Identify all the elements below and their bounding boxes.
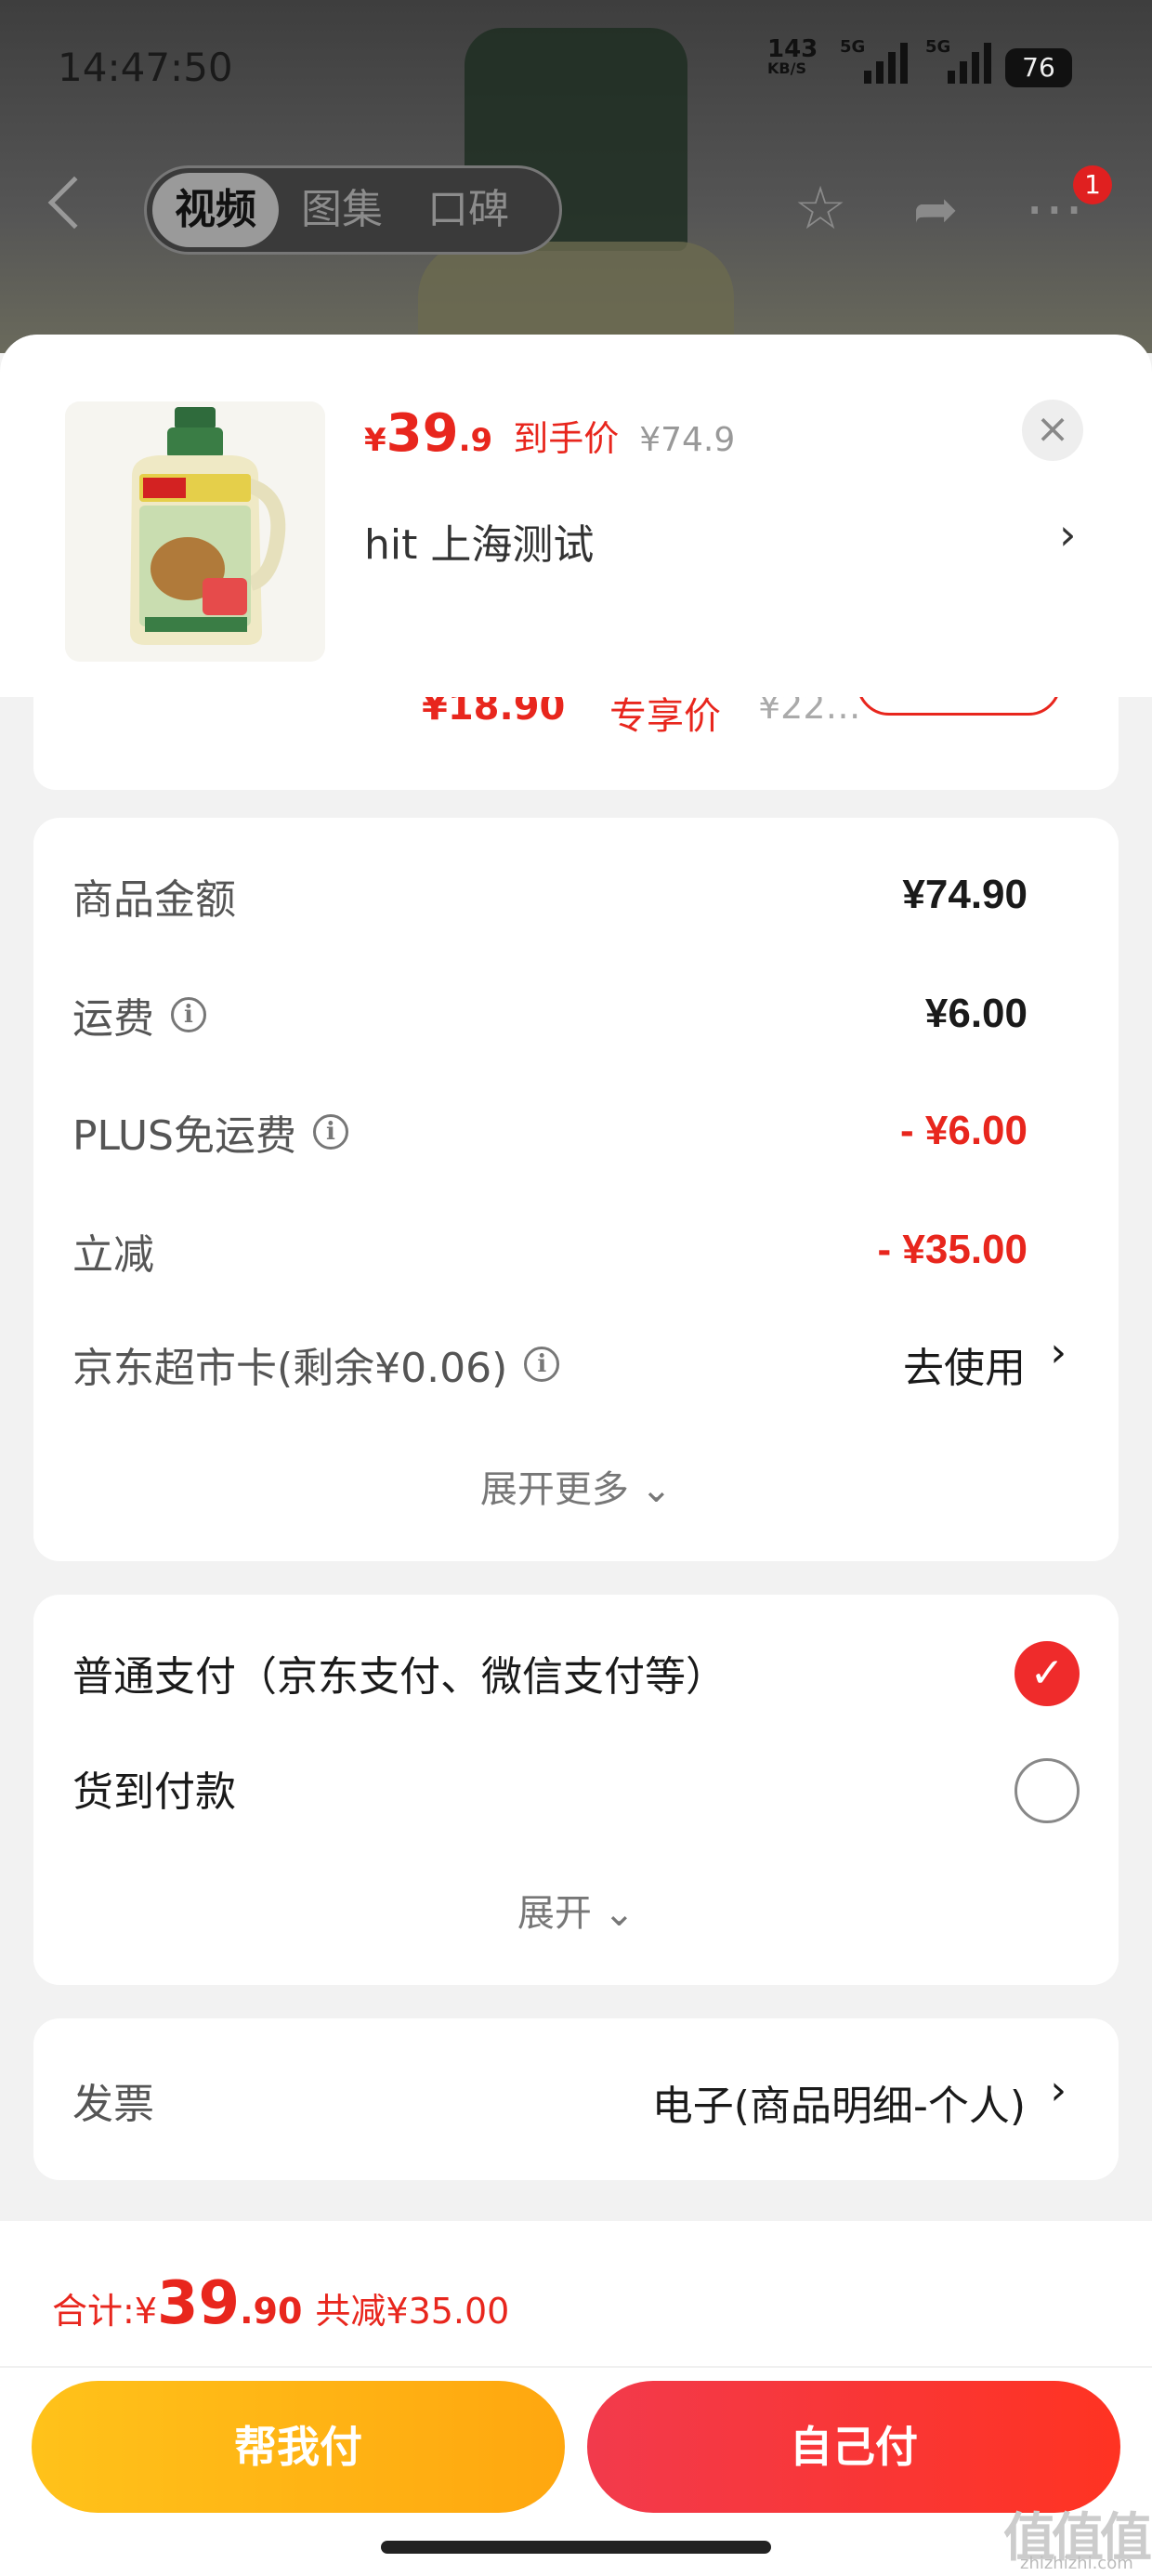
checkout-footer: 合计: ¥ 39 .90 共减¥35.00 帮我付 自己付 值值值 zhizhi…	[0, 2221, 1152, 2576]
signal-icon-2	[948, 43, 991, 84]
summary-value-plus: - ¥6.00	[900, 1108, 1028, 1153]
summary-row-shipping: 运费 i	[72, 985, 206, 1045]
final-price: ¥39.9	[364, 403, 492, 464]
checkmark-icon[interactable]: ✓	[1015, 1641, 1080, 1706]
total-discount: 共减¥35.00	[315, 2291, 510, 2332]
status-bar: 14:47:50 143 KB/S 5G 5G 76	[0, 0, 1152, 130]
summary-label-shipping: 运费	[72, 995, 154, 1043]
final-price-int: 39	[386, 403, 459, 464]
chevron-right-icon[interactable]: ›	[1050, 1329, 1067, 1376]
total-int: 39	[157, 2269, 241, 2338]
tab-video[interactable]: 视频	[152, 173, 279, 247]
signal-icon	[864, 43, 908, 84]
expand-more-button[interactable]: 展开更多 ⌄	[33, 1459, 1119, 1513]
supermarket-card-row[interactable]: 京东超市卡(剩余¥0.06) i	[72, 1334, 560, 1394]
tab-gallery[interactable]: 图集	[279, 173, 405, 247]
original-price: ¥74.9	[639, 421, 736, 459]
summary-label-discount: 立减	[72, 1231, 154, 1279]
supermarket-card-action[interactable]: 去使用	[903, 1334, 1026, 1394]
invoice-label: 发票	[72, 2081, 154, 2128]
radio-unselected[interactable]	[1015, 1758, 1080, 1823]
info-icon[interactable]: i	[313, 1114, 348, 1150]
price-row: ¥39.9 到手价 ¥74.9	[364, 403, 735, 464]
summary-label-plus: PLUS免运费	[72, 1112, 296, 1160]
divider	[0, 2366, 1152, 2368]
network-type-1: 5G	[840, 37, 866, 57]
price-summary-card: 商品金额 ¥74.90 运费 i ¥6.00 PLUS免运费 i - ¥6.00 立…	[33, 818, 1119, 1561]
invoice-card[interactable]: 发票 电子(商品明细-个人) ›	[33, 2018, 1119, 2180]
info-icon[interactable]: i	[524, 1347, 560, 1382]
share-icon[interactable]: ➦	[903, 177, 968, 242]
network-speed: 143 KB/S	[767, 37, 818, 76]
summary-row-plus: PLUS免运费 i	[72, 1102, 348, 1162]
summary-value-shipping: ¥6.00	[924, 991, 1028, 1036]
payment-option-cod[interactable]: 货到付款	[72, 1758, 236, 1818]
help-pay-button[interactable]: 帮我付	[32, 2381, 565, 2513]
top-nav: 视频 图集 口碑 ☆ ➦ ⋯ 1	[0, 149, 1152, 269]
close-icon[interactable]: ×	[1022, 400, 1083, 461]
final-price-currency: ¥	[364, 422, 386, 459]
network-speed-unit: KB/S	[767, 59, 806, 77]
final-price-label: 到手价	[513, 418, 620, 459]
star-icon[interactable]: ☆	[788, 177, 853, 242]
product-header: ¥39.9 到手价 ¥74.9 × hit 上海测试 ›	[0, 335, 1152, 697]
battery-icon: 76	[1005, 48, 1072, 87]
invoice-value: 电子(商品明细-个人)	[651, 2083, 1026, 2130]
chevron-right-icon[interactable]: ›	[1050, 2067, 1067, 2114]
summary-value-discount: - ¥35.00	[877, 1227, 1028, 1272]
total-amount: 合计: ¥ 39 .90 共减¥35.00	[52, 2269, 509, 2338]
final-price-dec: .9	[458, 422, 493, 459]
home-indicator[interactable]	[381, 2541, 771, 2554]
product-thumbnail[interactable]	[65, 401, 325, 662]
media-tabs: 视频 图集 口碑	[144, 165, 562, 255]
watermark-url: zhizhizhi.com	[1020, 2554, 1133, 2573]
total-dec: .90	[240, 2291, 303, 2332]
message-badge: 1	[1073, 165, 1112, 204]
summary-value-goods: ¥74.90	[902, 872, 1028, 917]
payment-expand-button[interactable]: 展开 ⌄	[33, 1883, 1119, 1937]
status-time: 14:47:50	[58, 45, 233, 90]
supermarket-card-label: 京东超市卡(剩余¥0.06)	[72, 1345, 508, 1392]
self-pay-button[interactable]: 自己付	[587, 2381, 1120, 2513]
tab-reviews[interactable]: 口碑	[405, 173, 531, 247]
total-label: 合计:	[52, 2291, 135, 2332]
total-currency: ¥	[134, 2291, 157, 2332]
payment-option-online[interactable]: 普通支付（京东支付、微信支付等）	[72, 1643, 727, 1702]
chevron-right-icon[interactable]: ›	[1059, 509, 1076, 559]
back-icon[interactable]	[47, 176, 101, 230]
summary-label-goods: 商品金额	[72, 876, 236, 924]
shop-name[interactable]: hit 上海测试	[364, 511, 594, 571]
payment-card: 普通支付（京东支付、微信支付等） ✓ 货到付款 展开 ⌄	[33, 1595, 1119, 1985]
info-icon[interactable]: i	[171, 997, 206, 1032]
